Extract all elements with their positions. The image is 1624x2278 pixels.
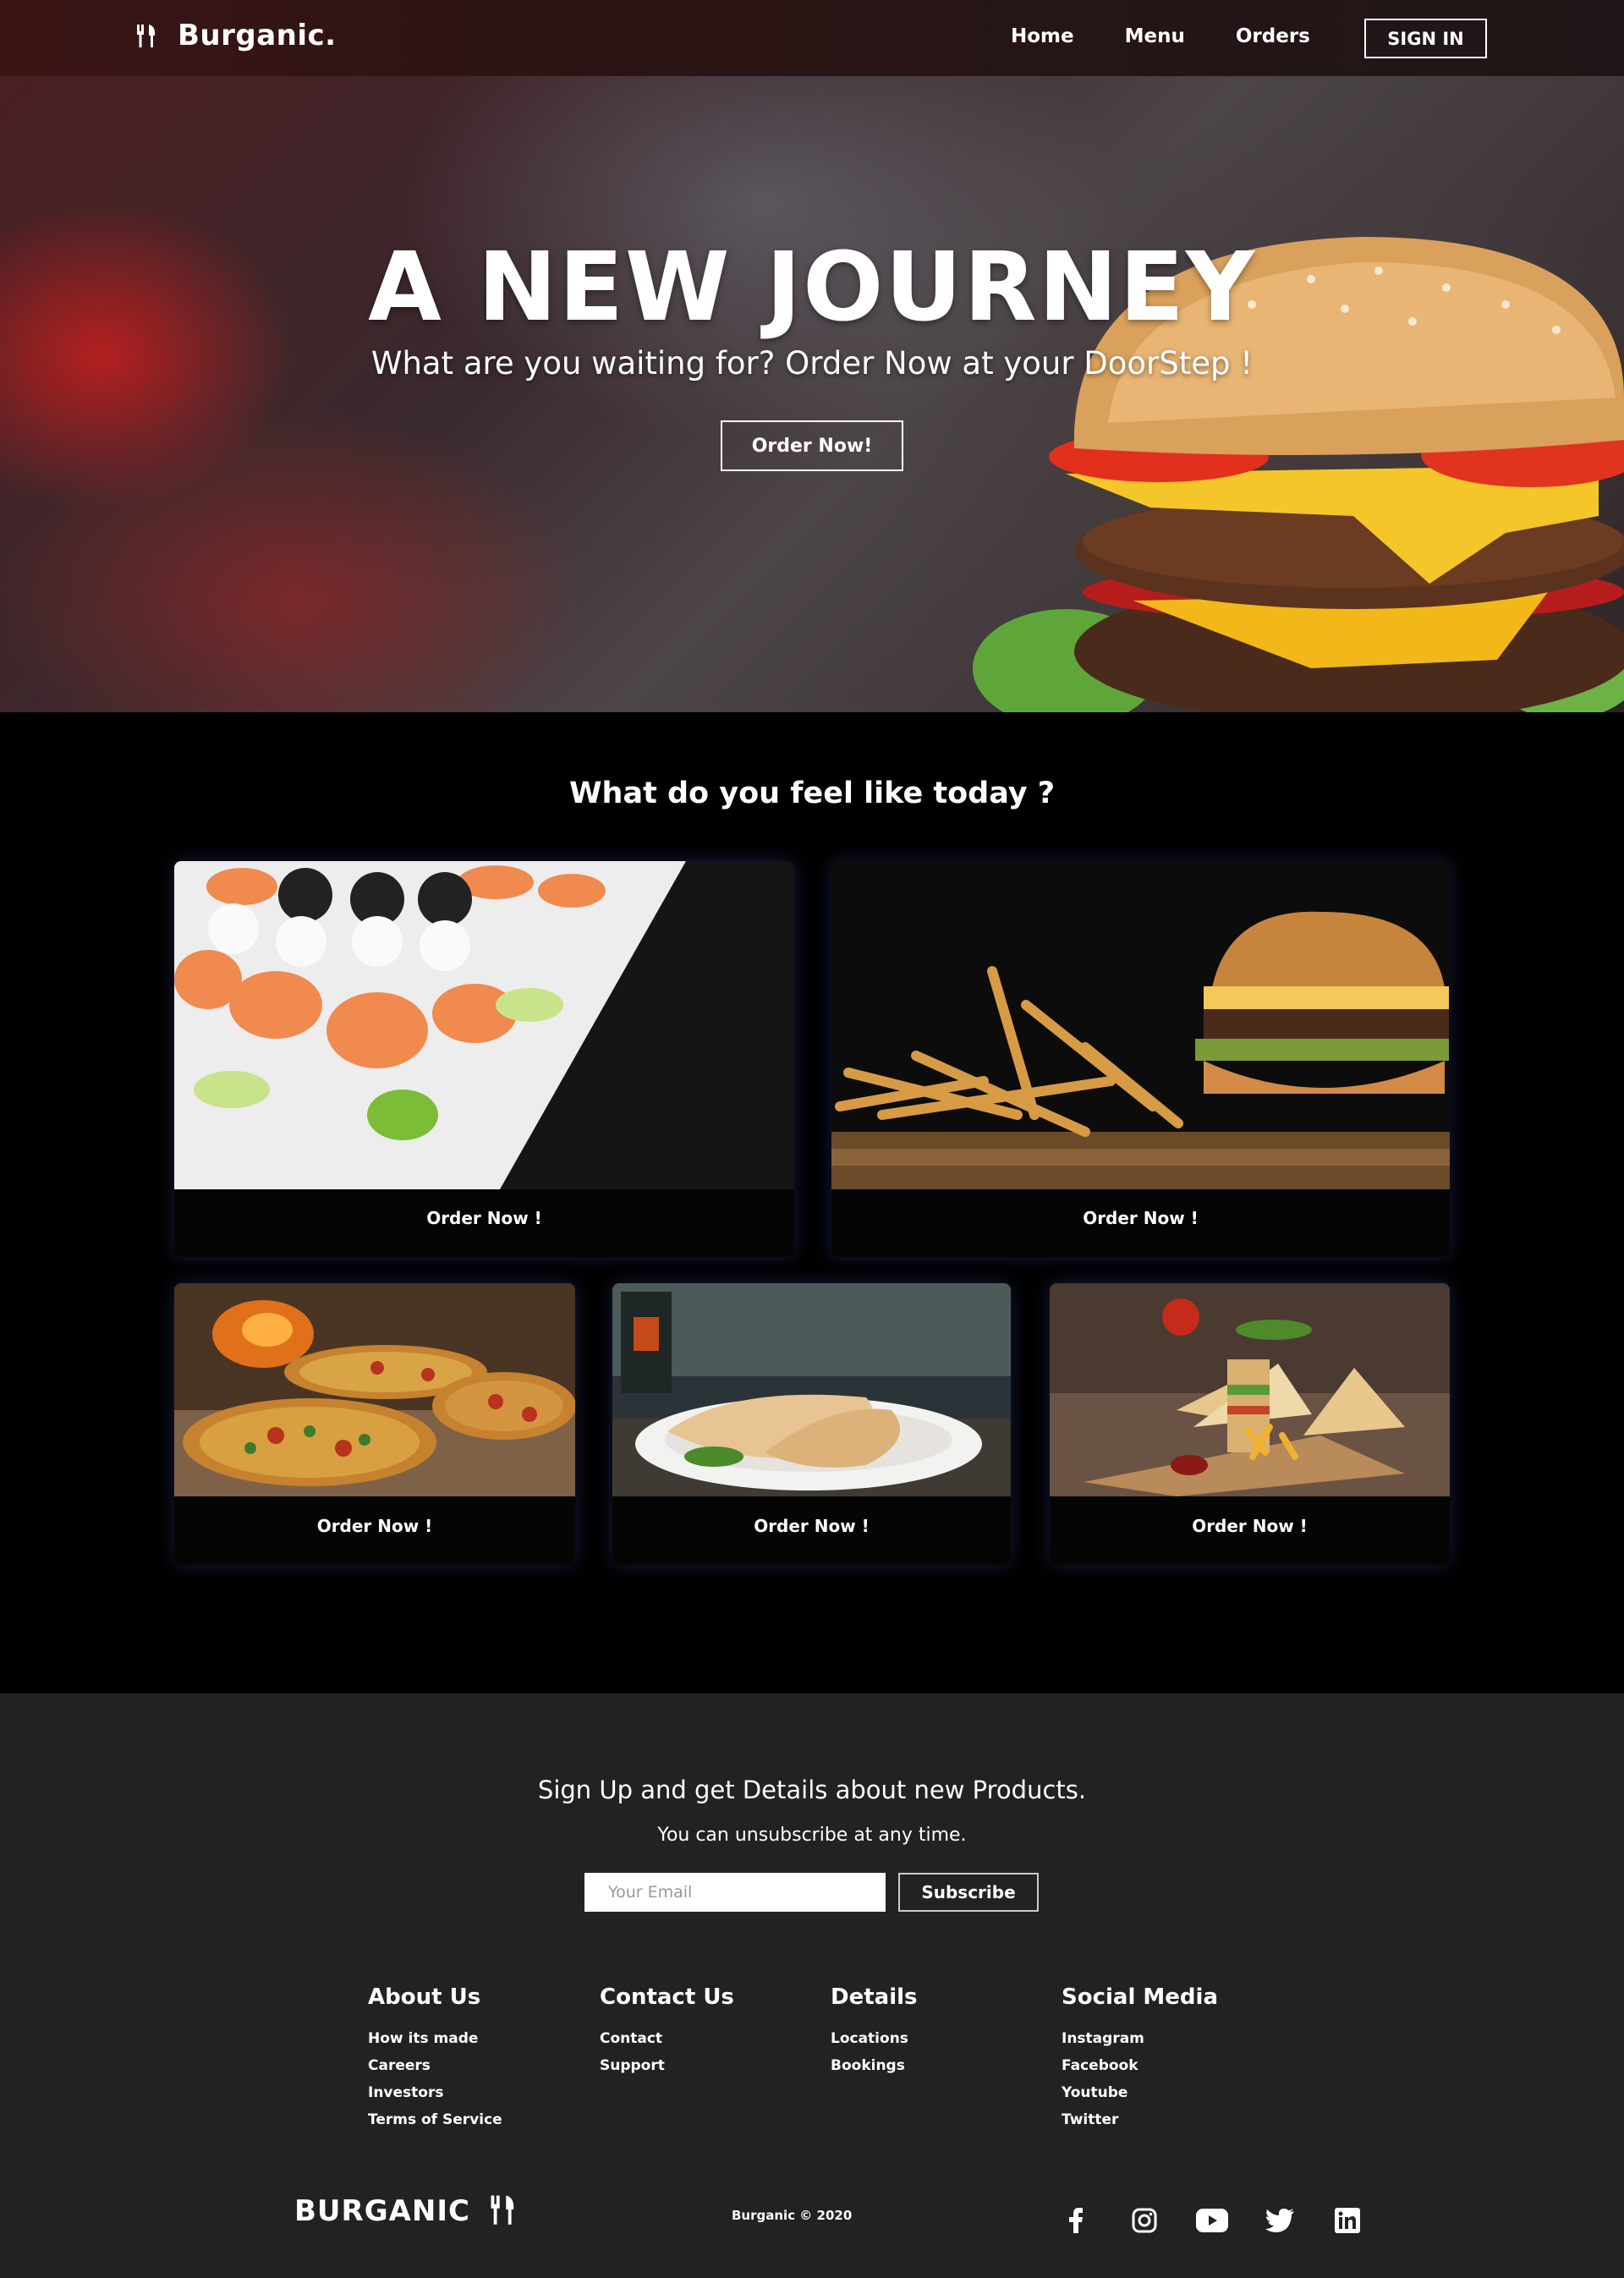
footer-col-title: About Us [368,1984,481,2010]
twitter-icon[interactable] [1262,2205,1298,2236]
nav-menu[interactable]: Menu [1125,25,1185,47]
hero-order-button[interactable]: Order Now! [721,420,903,471]
instagram-icon[interactable] [1127,2205,1162,2236]
facebook-icon[interactable] [1059,2205,1095,2236]
nav-links: Home Menu Orders [1011,25,1361,47]
sandwiches-image [1050,1283,1450,1496]
footer-link[interactable]: Contact [600,2025,734,2052]
footer-col-about: About Us How its made Careers Investors … [368,1984,502,2133]
brand-name: Burganic. [178,19,337,52]
footer-link[interactable]: Facebook [1062,2052,1218,2079]
pizza-image [174,1283,575,1496]
linkedin-icon[interactable] [1330,2205,1365,2236]
footer: Sign Up and get Details about new Produc… [0,1693,1624,2278]
nav-orders[interactable]: Orders [1236,25,1310,47]
hero-subtitle: What are you waiting for? Order Now at y… [370,345,1254,381]
card-order-label[interactable]: Order Now ! [612,1516,1011,1536]
wraps-image [612,1283,1011,1496]
fork-knife-icon [135,23,161,48]
food-card-pizza[interactable]: Order Now ! [174,1283,575,1565]
footer-col-title: Social Media [1062,1984,1218,2010]
footer-col-title: Details [831,1984,918,2010]
menu-section-title: What do you feel like today ? [568,777,1056,810]
youtube-icon[interactable] [1194,2205,1230,2236]
card-order-label[interactable]: Order Now ! [174,1208,794,1228]
footer-col-details: Details Locations Bookings [831,1984,918,2079]
hero-banner: A NEW JOURNEY What are you waiting for? … [0,76,1624,712]
footer-col-title: Contact Us [600,1984,734,2010]
fork-knife-icon [489,2193,521,2230]
food-card-burger[interactable]: Order Now ! [831,861,1450,1257]
footer-col-contact: Contact Us Contact Support [600,1984,734,2079]
footer-link[interactable]: Twitter [1062,2106,1218,2133]
subscribe-button[interactable]: Subscribe [898,1873,1039,1912]
footer-link[interactable]: Youtube [1062,2079,1218,2106]
footer-link[interactable]: Instagram [1062,2025,1218,2052]
footer-link[interactable]: Terms of Service [368,2106,502,2133]
food-card-sandwiches[interactable]: Order Now ! [1050,1283,1450,1565]
footer-link[interactable]: Bookings [831,2052,918,2079]
email-field[interactable] [584,1873,886,1912]
burger-fries-image [831,861,1450,1189]
nav-home[interactable]: Home [1011,25,1074,47]
hero-title: A NEW JOURNEY [368,233,1256,343]
footer-link[interactable]: Careers [368,2052,502,2079]
footer-link[interactable]: Investors [368,2079,502,2106]
card-order-label[interactable]: Order Now ! [1050,1516,1450,1536]
footer-col-social: Social Media Instagram Facebook Youtube … [1062,1984,1218,2133]
footer-link[interactable]: Locations [831,2025,918,2052]
navbar: Burganic. Home Menu Orders SIGN IN [0,0,1624,76]
footer-brand-name: BURGANIC [294,2194,470,2228]
sushi-image [174,861,794,1189]
copyright: Burganic © 2020 [732,2208,853,2223]
signup-subtitle: You can unsubscribe at any time. [657,1825,967,1846]
footer-link[interactable]: Support [600,2052,734,2079]
sign-in-button[interactable]: SIGN IN [1364,19,1487,58]
social-icons [1059,2205,1397,2236]
food-card-wraps[interactable]: Order Now ! [612,1283,1011,1565]
food-card-sushi[interactable]: Order Now ! [174,861,794,1257]
footer-link[interactable]: How its made [368,2025,502,2052]
logo[interactable]: Burganic. [135,19,337,52]
footer-brand[interactable]: BURGANIC [294,2193,521,2230]
signup-title: Sign Up and get Details about new Produc… [537,1776,1087,1804]
card-order-label[interactable]: Order Now ! [831,1208,1450,1228]
card-order-label[interactable]: Order Now ! [174,1516,575,1536]
